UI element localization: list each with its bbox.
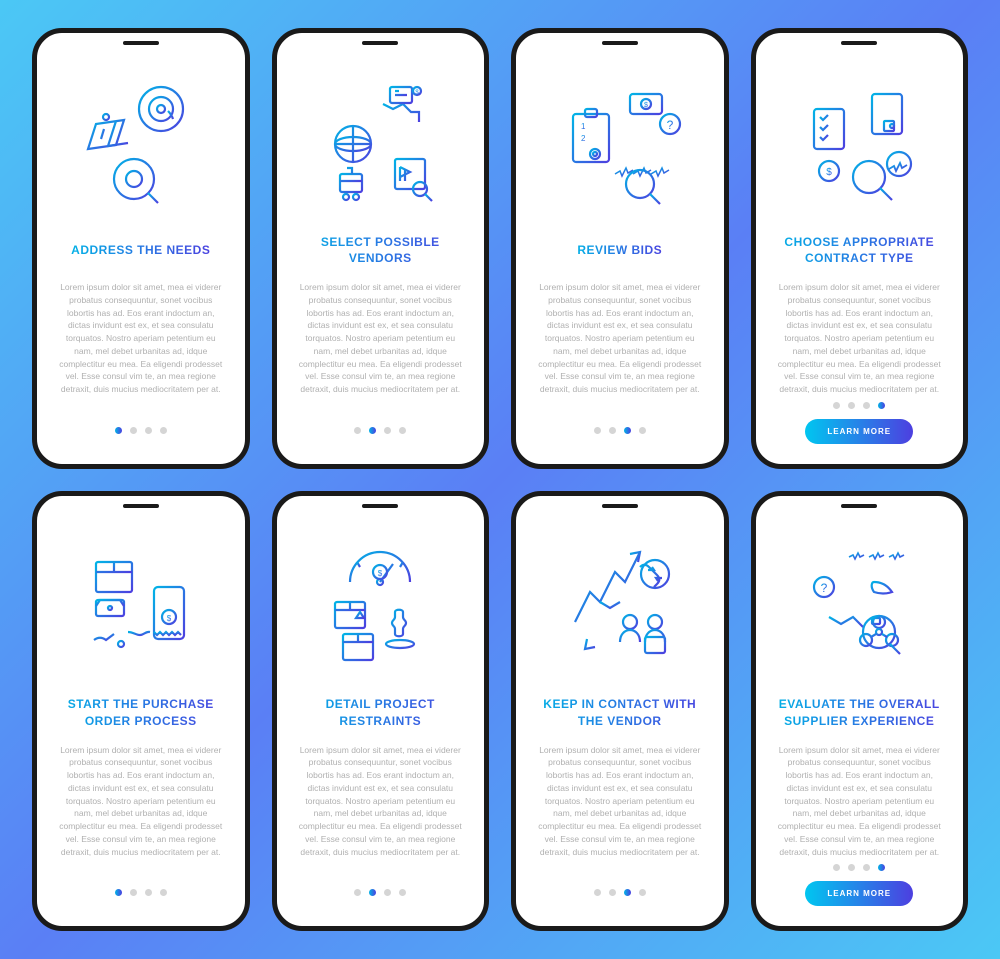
page-indicator[interactable] <box>594 889 646 896</box>
page-indicator[interactable] <box>594 427 646 434</box>
svg-text:$: $ <box>644 102 648 109</box>
dot <box>624 427 631 434</box>
dot <box>145 427 152 434</box>
illustration-review-bids-icon: 1 2 $? <box>545 69 695 219</box>
dot <box>594 889 601 896</box>
dot <box>130 427 137 434</box>
card-title: START THE PURCHASE ORDER PROCESS <box>51 696 231 730</box>
dot <box>833 864 840 871</box>
phone-card-7: ? EVALUATE THE OVERALL SUPPLIER EXPERIEN… <box>751 491 969 932</box>
card-body: Lorem ipsum dolor sit amet, mea ei vider… <box>51 744 231 890</box>
card-title: REVIEW BIDS <box>573 233 666 267</box>
dot <box>384 889 391 896</box>
phone-card-2: 1 2 $? REVIEW BIDS Lorem ipsum dolor sit a… <box>511 28 729 469</box>
card-title: SELECT POSSIBLE VENDORS <box>291 233 471 267</box>
card-body: Lorem ipsum dolor sit amet, mea ei vider… <box>530 281 710 427</box>
card-body: Lorem ipsum dolor sit amet, mea ei vider… <box>291 744 471 890</box>
dot <box>354 889 361 896</box>
phone-card-1: $ SELECT POSSIBLE VENDORS Lorem ipsum do… <box>272 28 490 469</box>
illustration-contract-type-icon: $ <box>784 69 934 219</box>
page-indicator[interactable] <box>115 889 167 896</box>
dot <box>609 889 616 896</box>
phone-card-3: $ CHOOSE APPROPRIATE CONTRACT TYPE Lorem… <box>751 28 969 469</box>
dot <box>115 889 122 896</box>
svg-text:2: 2 <box>581 134 586 143</box>
card-body: Lorem ipsum dolor sit amet, mea ei vider… <box>770 744 950 865</box>
card-title: ADDRESS THE NEEDS <box>67 233 214 267</box>
phone-card-4: $ START THE PURCHASE ORDER PROCESS Lorem… <box>32 491 250 932</box>
card-title: KEEP IN CONTACT WITH THE VENDOR <box>530 696 710 730</box>
phone-card-6: KEEP IN CONTACT WITH THE VENDOR Lorem ip… <box>511 491 729 932</box>
illustration-address-needs-icon <box>66 69 216 219</box>
page-indicator[interactable] <box>354 889 406 896</box>
page-indicator[interactable] <box>115 427 167 434</box>
dot <box>384 427 391 434</box>
dot <box>369 889 376 896</box>
svg-text:?: ? <box>666 118 673 132</box>
svg-text:1: 1 <box>581 122 586 131</box>
page-indicator[interactable] <box>833 864 885 871</box>
svg-text:$: $ <box>826 167 832 178</box>
dot <box>833 402 840 409</box>
illustration-purchase-order-icon: $ <box>66 532 216 682</box>
dot <box>609 427 616 434</box>
dot <box>354 427 361 434</box>
learn-more-button[interactable]: LEARN MORE <box>805 881 913 906</box>
dot <box>848 402 855 409</box>
page-indicator[interactable] <box>833 402 885 409</box>
dot <box>145 889 152 896</box>
dot <box>160 889 167 896</box>
learn-more-button[interactable]: LEARN MORE <box>805 419 913 444</box>
card-body: Lorem ipsum dolor sit amet, mea ei vider… <box>291 281 471 427</box>
dot <box>863 402 870 409</box>
phone-grid: ADDRESS THE NEEDS Lorem ipsum dolor sit … <box>32 28 968 931</box>
illustration-vendor-contact-icon <box>545 532 695 682</box>
dot <box>639 889 646 896</box>
card-body: Lorem ipsum dolor sit amet, mea ei vider… <box>530 744 710 890</box>
phone-card-5: $ DETAIL PROJECT RESTRAINTS Lorem ipsum … <box>272 491 490 932</box>
dot <box>878 402 885 409</box>
dot <box>624 889 631 896</box>
card-title: DETAIL PROJECT RESTRAINTS <box>291 696 471 730</box>
page-indicator[interactable] <box>354 427 406 434</box>
dot <box>639 427 646 434</box>
illustration-project-restraints-icon: $ <box>305 532 455 682</box>
illustration-supplier-experience-icon: ? <box>784 532 934 682</box>
dot <box>848 864 855 871</box>
dot <box>878 864 885 871</box>
dot <box>399 889 406 896</box>
dot <box>160 427 167 434</box>
svg-text:$: $ <box>378 569 383 578</box>
dot <box>863 864 870 871</box>
dot <box>369 427 376 434</box>
svg-text:?: ? <box>821 581 828 595</box>
card-body: Lorem ipsum dolor sit amet, mea ei vider… <box>51 281 231 427</box>
svg-text:$: $ <box>167 614 172 623</box>
dot <box>130 889 137 896</box>
dot <box>594 427 601 434</box>
dot <box>115 427 122 434</box>
dot <box>399 427 406 434</box>
phone-card-0: ADDRESS THE NEEDS Lorem ipsum dolor sit … <box>32 28 250 469</box>
card-title: CHOOSE APPROPRIATE CONTRACT TYPE <box>770 233 950 267</box>
card-title: EVALUATE THE OVERALL SUPPLIER EXPERIENCE <box>770 696 950 730</box>
card-body: Lorem ipsum dolor sit amet, mea ei vider… <box>770 281 950 402</box>
illustration-select-vendors-icon: $ <box>305 69 455 219</box>
